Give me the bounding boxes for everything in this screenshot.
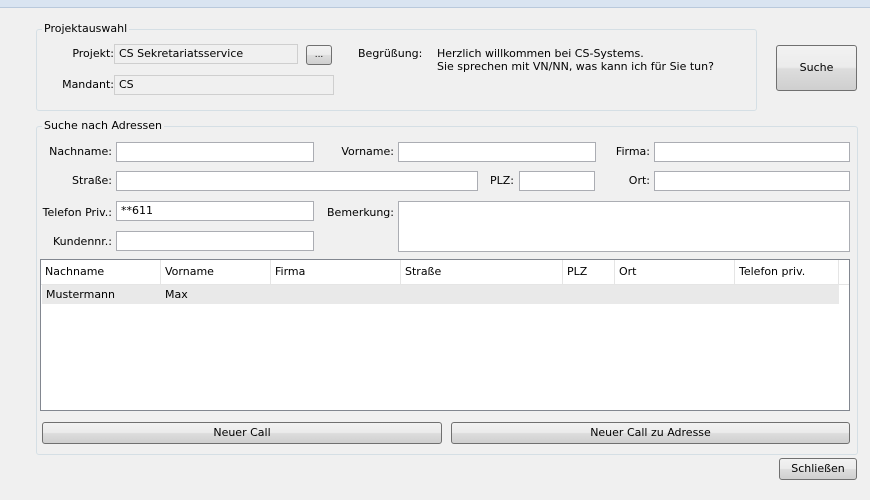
city-input[interactable]	[654, 171, 850, 191]
street-label: Straße:	[72, 174, 112, 187]
remark-label: Bemerkung:	[327, 206, 394, 219]
greeting-line-1: Herzlich willkommen bei CS-Systems.	[437, 47, 644, 60]
cell-zip	[563, 285, 567, 304]
column-header-zip[interactable]: PLZ	[563, 260, 615, 284]
company-label: Firma:	[615, 145, 650, 158]
search-button[interactable]: Suche	[776, 45, 857, 91]
window-top-border	[0, 0, 870, 8]
greeting-line-2: Sie sprechen mit VN/NN, was kann ich für…	[437, 60, 714, 73]
project-browse-button[interactable]: ...	[306, 45, 332, 65]
column-header-street[interactable]: Straße	[401, 260, 563, 284]
cell-street	[401, 285, 405, 304]
street-input[interactable]	[116, 171, 478, 191]
cell-city	[615, 285, 619, 304]
zip-input[interactable]	[519, 171, 595, 191]
cell-lastname: Mustermann	[46, 288, 116, 301]
results-table-header: Nachname Vorname Firma Straße PLZ Ort Te…	[41, 260, 849, 285]
firstname-input[interactable]	[398, 142, 596, 162]
greeting-label: Begrüßung:	[358, 47, 423, 60]
zip-label: PLZ:	[489, 174, 514, 187]
city-label: Ort:	[628, 174, 650, 187]
column-header-city[interactable]: Ort	[615, 260, 735, 284]
address-search-title: Suche nach Adressen	[42, 119, 165, 132]
close-button[interactable]: Schließen	[779, 458, 857, 480]
project-field[interactable]: CS Sekretariatsservice	[114, 44, 298, 64]
phone-input[interactable]: **611	[116, 201, 314, 221]
remark-input[interactable]	[398, 201, 850, 252]
project-selection-title: Projektauswahl	[42, 22, 130, 35]
phone-label: Telefon Priv.:	[42, 206, 112, 219]
company-input[interactable]	[654, 142, 850, 162]
column-header-company[interactable]: Firma	[271, 260, 401, 284]
column-header-phone[interactable]: Telefon priv.	[735, 260, 839, 284]
cell-phone	[735, 285, 739, 304]
customer-no-input[interactable]	[116, 231, 314, 251]
column-header-lastname[interactable]: Nachname	[41, 260, 161, 284]
project-label: Projekt:	[72, 47, 114, 60]
lastname-input[interactable]	[116, 142, 314, 162]
results-table[interactable]: Nachname Vorname Firma Straße PLZ Ort Te…	[40, 259, 850, 411]
customer-no-label: Kundennr.:	[52, 235, 112, 248]
lastname-label: Nachname:	[49, 145, 112, 158]
firstname-label: Vorname:	[341, 145, 394, 158]
new-call-address-button[interactable]: Neuer Call zu Adresse	[451, 422, 850, 444]
new-call-button[interactable]: Neuer Call	[42, 422, 442, 444]
cell-company	[271, 285, 275, 304]
client-field[interactable]: CS	[114, 75, 334, 95]
table-row[interactable]: Mustermann Max	[42, 285, 839, 304]
client-label: Mandant:	[62, 78, 114, 91]
cell-firstname: Max	[165, 288, 188, 301]
column-header-firstname[interactable]: Vorname	[161, 260, 271, 284]
